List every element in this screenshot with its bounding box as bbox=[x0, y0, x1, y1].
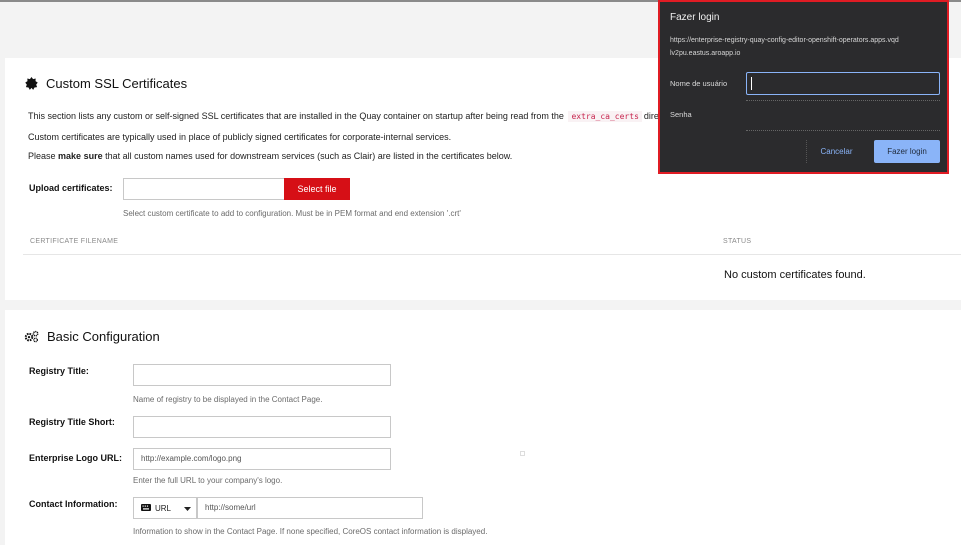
username-label: Nome de usuário bbox=[670, 79, 728, 88]
registry-title-label: Registry Title: bbox=[29, 366, 89, 376]
ssl-section-header: Custom SSL Certificates bbox=[25, 76, 187, 91]
col-certificate-filename: CERTIFICATE FILENAME bbox=[30, 238, 119, 245]
registry-title-help: Name of registry to be displayed in the … bbox=[133, 395, 323, 404]
basic-section-header: Basic Configuration bbox=[24, 329, 160, 344]
username-input[interactable] bbox=[746, 72, 940, 95]
registry-title-short-input[interactable] bbox=[133, 416, 391, 438]
enterprise-logo-url-label: Enterprise Logo URL: bbox=[29, 453, 123, 463]
ssl-description-3-suffix: that all custom names used for downstrea… bbox=[105, 151, 513, 161]
config-page: Custom SSL Certificates This section lis… bbox=[0, 0, 961, 545]
text-cursor bbox=[751, 77, 752, 90]
col-status: STATUS bbox=[723, 238, 752, 245]
contact-url-input[interactable]: http://some/url bbox=[197, 497, 423, 519]
ssl-description-1-text: This section lists any custom or self-si… bbox=[28, 111, 564, 121]
certificate-badge-icon bbox=[25, 77, 38, 90]
ssl-description-2: Custom certificates are typically used i… bbox=[28, 132, 452, 142]
table-divider bbox=[23, 254, 961, 255]
keyboard-icon bbox=[141, 503, 151, 513]
basic-configuration-panel: Basic Configuration Registry Title: Name… bbox=[5, 310, 961, 545]
upload-file-field[interactable] bbox=[123, 178, 285, 200]
ssl-section-title: Custom SSL Certificates bbox=[46, 76, 188, 91]
caret-down-icon bbox=[184, 504, 192, 513]
select-file-button[interactable]: Select file bbox=[284, 178, 350, 200]
password-label: Senha bbox=[670, 110, 692, 119]
ssl-description-1-tail: dire bbox=[643, 111, 659, 121]
password-field-line[interactable] bbox=[746, 130, 940, 131]
gears-icon bbox=[24, 330, 39, 343]
dialog-url: https://enterprise-registry-quay-config-… bbox=[670, 37, 899, 57]
ssl-description-1: This section lists any custom or self-si… bbox=[28, 111, 659, 122]
extra-ca-certs-code: extra_ca_certs bbox=[568, 111, 642, 122]
no-certificates-message: No custom certificates found. bbox=[724, 269, 866, 281]
contact-type-dropdown[interactable]: URL bbox=[133, 497, 197, 519]
contact-type-value: URL bbox=[155, 503, 172, 513]
login-button[interactable]: Fazer login bbox=[874, 140, 940, 163]
enterprise-logo-url-help: Enter the full URL to your company's log… bbox=[133, 476, 283, 485]
logo-preview-placeholder bbox=[520, 451, 525, 456]
ssl-description-3-bold: make sure bbox=[58, 151, 103, 161]
contact-information-help: Information to show in the Contact Page.… bbox=[133, 527, 488, 536]
username-divider bbox=[746, 100, 940, 101]
dialog-title: Fazer login bbox=[670, 12, 720, 23]
enterprise-logo-url-input[interactable]: http://example.com/logo.png bbox=[133, 448, 391, 470]
login-dialog: Fazer login https://enterprise-registry-… bbox=[658, 0, 949, 174]
registry-title-input[interactable] bbox=[133, 364, 391, 386]
ssl-description-3: Please make sure that all custom names u… bbox=[28, 151, 512, 161]
basic-section-title: Basic Configuration bbox=[47, 329, 160, 344]
contact-information-label: Contact Information: bbox=[29, 499, 118, 509]
ssl-description-3-prefix: Please bbox=[28, 151, 56, 161]
upload-help-text: Select custom certificate to add to conf… bbox=[123, 209, 461, 218]
upload-certificates-label: Upload certificates: bbox=[29, 183, 113, 193]
registry-title-short-label: Registry Title Short: bbox=[29, 417, 115, 427]
cancel-button[interactable]: Cancelar bbox=[806, 140, 866, 163]
